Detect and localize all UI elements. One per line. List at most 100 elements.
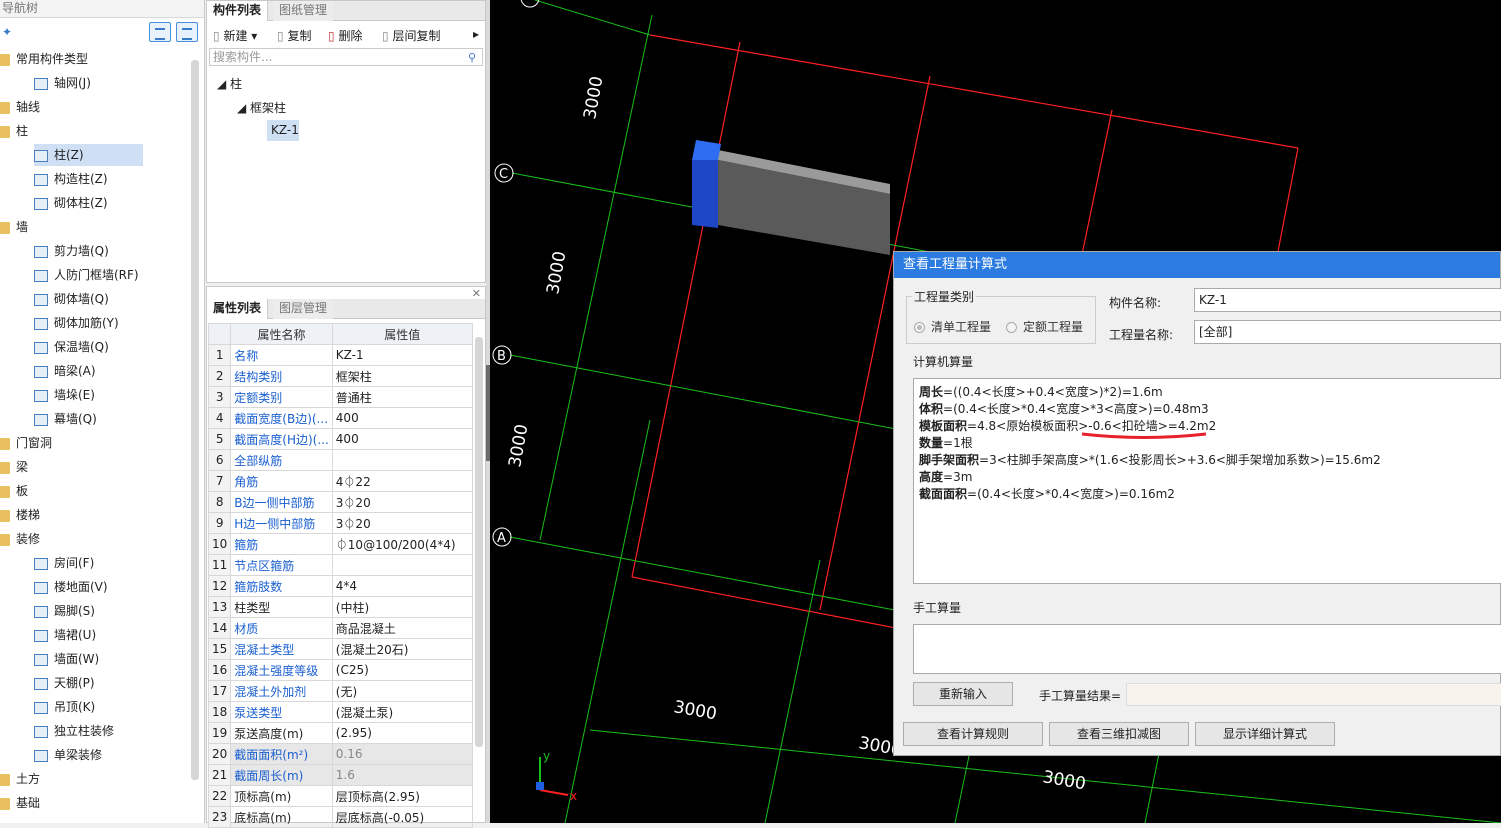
expand-icon[interactable]: ✦ xyxy=(2,25,12,39)
property-value[interactable]: 1.6 xyxy=(331,764,473,786)
tab-component-list[interactable]: 构件列表 xyxy=(207,1,269,21)
nav-item[interactable]: 踢脚(S) xyxy=(34,600,184,622)
property-row[interactable]: 12 箍筋肢数 4*4 xyxy=(207,575,473,597)
property-value[interactable]: 400 xyxy=(331,407,473,429)
property-row[interactable]: 5 截面高度(H边)(... 400 xyxy=(207,428,473,450)
property-row[interactable]: 13 柱类型 (中柱) xyxy=(207,596,473,618)
nav-category[interactable]: 板 xyxy=(0,480,190,502)
radio-list-qty[interactable]: 清单工程量 xyxy=(914,318,991,335)
tab-drawing-manage[interactable]: 图纸管理 xyxy=(273,1,334,21)
floor-copy-button[interactable]: ▯ 层间复制 xyxy=(382,27,440,44)
property-value[interactable]: 0.16 xyxy=(331,743,473,765)
tab-layer-manage[interactable]: 图层管理 xyxy=(273,299,334,319)
property-row[interactable]: 8 B边一侧中部筋 3⏀20 xyxy=(207,491,473,513)
property-value[interactable]: (无) xyxy=(331,680,473,702)
manual-result-field[interactable] xyxy=(1126,683,1501,706)
reenter-button[interactable]: 重新输入 xyxy=(913,682,1013,706)
property-scrollbar[interactable] xyxy=(475,337,483,747)
nav-item[interactable]: 柱(Z) xyxy=(34,144,143,166)
property-value[interactable]: (中柱) xyxy=(331,596,473,618)
nav-item[interactable]: 房间(F) xyxy=(34,552,184,574)
property-value[interactable]: (混凝土泵) xyxy=(331,701,473,723)
nav-scrollbar[interactable] xyxy=(191,60,199,780)
component-search-input[interactable]: 搜索构件... xyxy=(209,48,483,66)
nav-item[interactable]: 人防门框墙(RF) xyxy=(34,264,184,286)
property-value[interactable]: (2.95) xyxy=(331,722,473,744)
property-row[interactable]: 23 底标高(m) 层底标高(-0.05) xyxy=(207,806,473,828)
property-value[interactable]: 层顶标高(2.95) xyxy=(331,785,473,807)
property-row[interactable]: 1 名称 KZ-1 xyxy=(207,344,473,366)
search-icon[interactable]: ⚲ xyxy=(468,51,476,64)
view-rules-button[interactable]: 查看计算规则 xyxy=(903,722,1043,746)
property-row[interactable]: 15 混凝土类型 (混凝土20石) xyxy=(207,638,473,660)
property-row[interactable]: 21 截面周长(m) 1.6 xyxy=(207,764,473,786)
property-row[interactable]: 6 全部纵筋 xyxy=(207,449,473,471)
computer-calc-box[interactable]: 周长=((0.4<长度>+0.4<宽度>)*2)=1.6m 体积=(0.4<长度>… xyxy=(913,378,1501,584)
property-row[interactable]: 9 H边一侧中部筋 3⏀20 xyxy=(207,512,473,534)
nav-item[interactable]: 轴网(J) xyxy=(34,72,184,94)
close-icon[interactable]: ✕ xyxy=(472,287,481,300)
property-row[interactable]: 2 结构类别 框架柱 xyxy=(207,365,473,387)
property-row[interactable]: 20 截面面积(m²) 0.16 xyxy=(207,743,473,765)
property-row[interactable]: 16 混凝土强度等级 (C25) xyxy=(207,659,473,681)
property-row[interactable]: 14 材质 商品混凝土 xyxy=(207,617,473,639)
nav-item[interactable]: 天棚(P) xyxy=(34,672,184,694)
property-value[interactable]: (C25) xyxy=(331,659,473,681)
nav-category[interactable]: 柱 xyxy=(0,120,190,142)
nav-item[interactable]: 墙裙(U) xyxy=(34,624,184,646)
property-value[interactable]: 400 xyxy=(331,428,473,450)
property-row[interactable]: 17 混凝土外加剂 (无) xyxy=(207,680,473,702)
nav-category[interactable]: 墙 xyxy=(0,216,190,238)
nav-category[interactable]: 轴线 xyxy=(0,96,190,118)
property-value[interactable]: 4⏀22 xyxy=(331,470,473,492)
property-value[interactable]: ⏀10@100/200(4*4) xyxy=(331,533,473,555)
show-detail-formula-button[interactable]: 显示详细计算式 xyxy=(1195,722,1335,746)
nav-item[interactable]: 构造柱(Z) xyxy=(34,168,184,190)
tab-property-list[interactable]: 属性列表 xyxy=(207,299,269,319)
property-row[interactable]: 22 顶标高(m) 层顶标高(2.95) xyxy=(207,785,473,807)
nav-category[interactable]: 楼梯 xyxy=(0,504,190,526)
delete-button[interactable]: ▯ 删除 xyxy=(328,27,362,44)
view-3d-deduction-button[interactable]: 查看三维扣减图 xyxy=(1049,722,1189,746)
nav-item[interactable]: 保温墙(Q) xyxy=(34,336,184,358)
nav-item[interactable]: 幕墙(Q) xyxy=(34,408,184,430)
nav-category[interactable]: 土方 xyxy=(0,768,190,790)
manual-calc-input[interactable] xyxy=(913,624,1501,674)
new-button[interactable]: ▯ 新建 ▾ xyxy=(213,27,257,44)
property-value[interactable]: 4*4 xyxy=(331,575,473,597)
nav-item[interactable]: 吊顶(K) xyxy=(34,696,184,718)
qty-name-select[interactable]: [全部] xyxy=(1194,320,1501,344)
property-value[interactable] xyxy=(331,554,473,576)
property-value[interactable]: 3⏀20 xyxy=(331,512,473,534)
nav-category[interactable]: 基础 xyxy=(0,792,190,814)
property-value[interactable]: 普通柱 xyxy=(331,386,473,408)
nav-item[interactable]: 砌体柱(Z) xyxy=(34,192,184,214)
property-row[interactable]: 19 泵送高度(m) (2.95) xyxy=(207,722,473,744)
copy-button[interactable]: ▯ 复制 xyxy=(277,27,311,44)
nav-item[interactable]: 楼地面(V) xyxy=(34,576,184,598)
nav-item[interactable]: 暗梁(A) xyxy=(34,360,184,382)
property-value[interactable]: (混凝土20石) xyxy=(331,638,473,660)
nav-item[interactable]: 砌体墙(Q) xyxy=(34,288,184,310)
property-value[interactable]: 层底标高(-0.05) xyxy=(331,806,473,828)
more-icon[interactable]: ▸ xyxy=(473,27,479,41)
property-value[interactable] xyxy=(331,449,473,471)
property-row[interactable]: 7 角筋 4⏀22 xyxy=(207,470,473,492)
tree-child[interactable]: ◢ 框架柱 xyxy=(237,99,286,116)
nav-category[interactable]: 梁 xyxy=(0,456,190,478)
property-value[interactable]: 3⏀20 xyxy=(331,491,473,513)
nav-item[interactable]: 单梁装修 xyxy=(34,744,184,766)
detail-view-button[interactable] xyxy=(176,22,198,42)
property-row[interactable]: 10 箍筋 ⏀10@100/200(4*4) xyxy=(207,533,473,555)
nav-item[interactable]: 墙垛(E) xyxy=(34,384,184,406)
property-value[interactable]: KZ-1 xyxy=(331,344,473,366)
property-row[interactable]: 11 节点区箍筋 xyxy=(207,554,473,576)
nav-item[interactable]: 墙面(W) xyxy=(34,648,184,670)
nav-item[interactable]: 砌体加筋(Y) xyxy=(34,312,184,334)
nav-category[interactable]: 门窗洞 xyxy=(0,432,190,454)
property-row[interactable]: 4 截面宽度(B边)(... 400 xyxy=(207,407,473,429)
property-row[interactable]: 18 泵送类型 (混凝土泵) xyxy=(207,701,473,723)
property-row[interactable]: 3 定额类别 普通柱 xyxy=(207,386,473,408)
tree-leaf-kz1[interactable]: KZ-1 xyxy=(267,120,299,141)
nav-category[interactable]: 装修 xyxy=(0,528,190,550)
